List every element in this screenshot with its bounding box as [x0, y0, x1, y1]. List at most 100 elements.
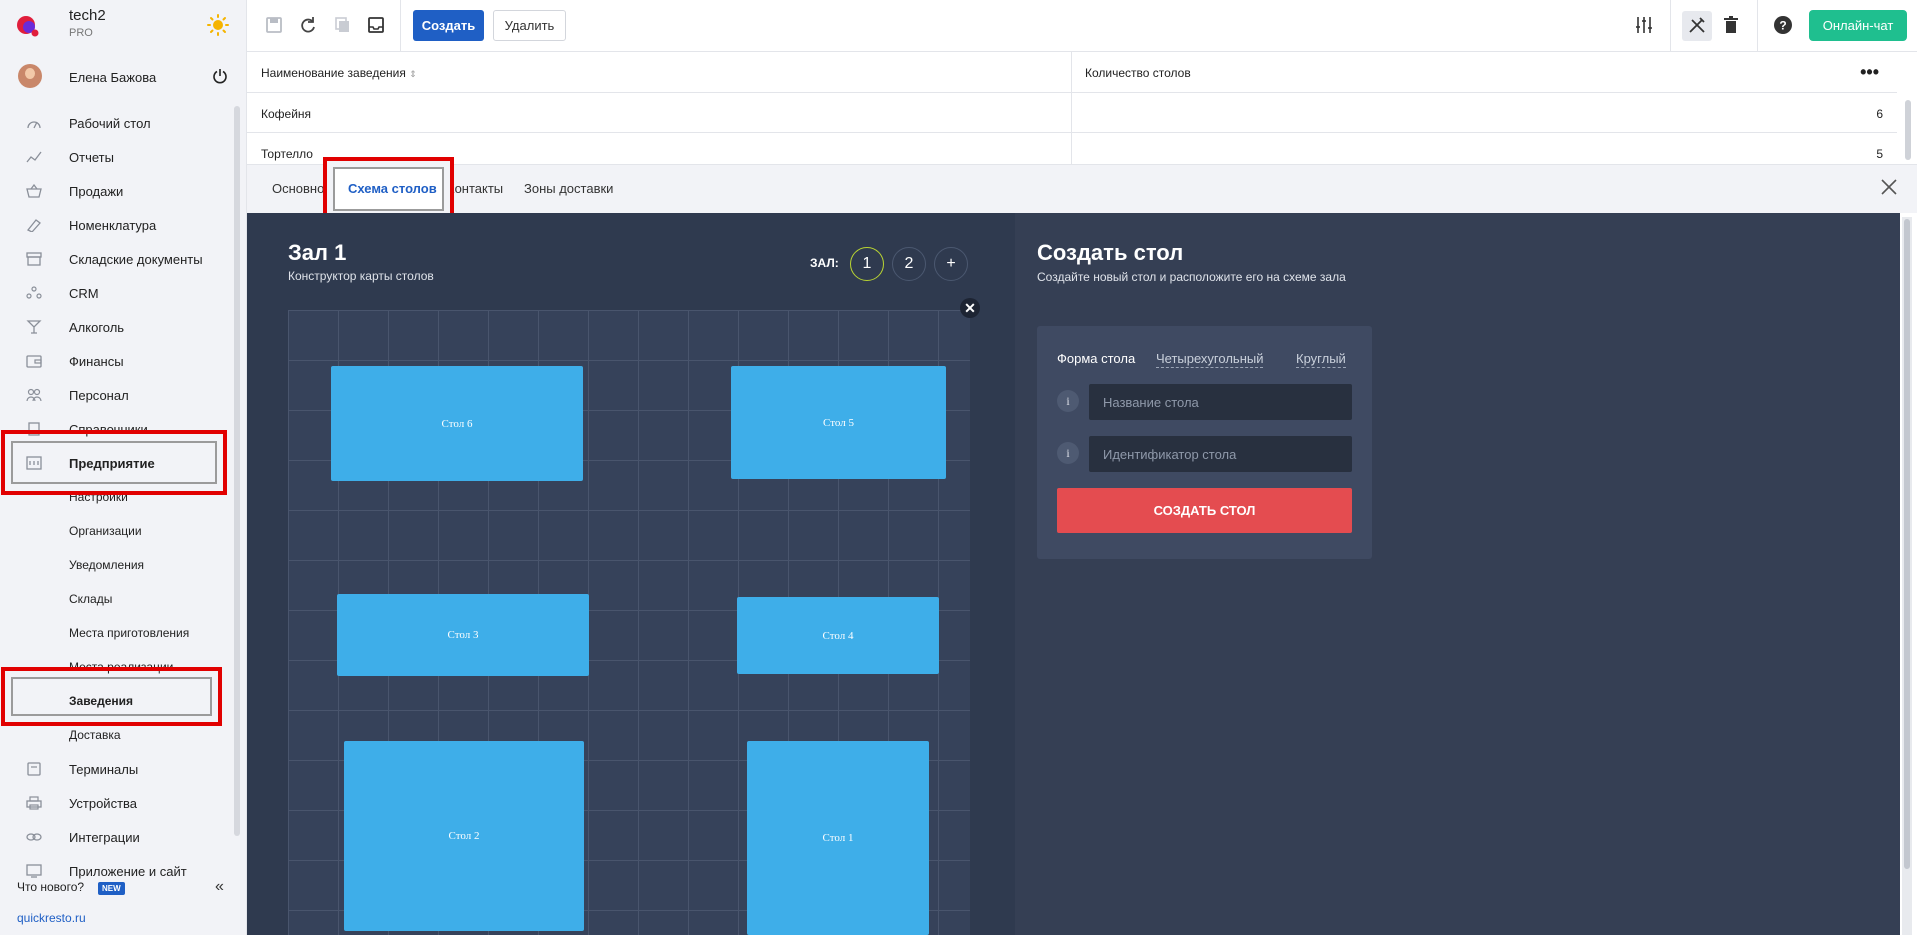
hall-1-button[interactable]: 1	[850, 247, 884, 281]
box-icon	[26, 252, 42, 266]
column-header-name[interactable]: Наименование заведения ⇕	[261, 66, 417, 80]
sidebar-item-devices[interactable]: Устройства	[0, 786, 236, 820]
wallet-icon	[26, 355, 42, 368]
establishments-table: Наименование заведения ⇕ Количество стол…	[247, 52, 1897, 173]
submenu-notifications[interactable]: Уведомления	[0, 548, 236, 582]
tab-delivery-zones[interactable]: Зоны доставки	[524, 181, 613, 196]
sidebar-item-alcohol[interactable]: Алкоголь	[0, 310, 236, 344]
table-id-input[interactable]	[1089, 436, 1352, 472]
delete-button[interactable]: Удалить	[493, 10, 566, 41]
sidebar-item-crm[interactable]: CRM	[0, 276, 236, 310]
hall-title: Зал 1	[288, 240, 347, 265]
panel-scrollbar[interactable]	[1902, 217, 1912, 935]
trash-icon[interactable]	[1721, 15, 1741, 35]
table-scrollbar[interactable]	[1905, 100, 1911, 160]
hall-subtitle: Конструктор карты столов	[288, 269, 434, 283]
add-hall-button[interactable]: +	[934, 247, 968, 281]
people-icon	[26, 286, 42, 299]
cell-count: 6	[1876, 107, 1883, 121]
shape-option-rectangular[interactable]: Четырехугольный	[1156, 351, 1264, 368]
whats-new-link[interactable]: Что нового?	[17, 880, 84, 894]
sidebar-item-label: Приложение и сайт	[69, 864, 187, 879]
submenu-label: Места приготовления	[69, 626, 190, 640]
submenu-cooking-places[interactable]: Места приготовления	[0, 616, 236, 650]
sidebar-item-staff[interactable]: Персонал	[0, 378, 236, 412]
more-options-icon[interactable]: •••	[1860, 62, 1879, 83]
close-icon[interactable]	[1880, 178, 1898, 196]
online-chat-button[interactable]: Онлайн-чат	[1809, 10, 1907, 41]
table-item[interactable]: Стол 1	[747, 741, 929, 935]
site-link[interactable]: quickresto.ru	[17, 911, 86, 925]
tab-table-scheme[interactable]: Схема столов	[348, 181, 437, 196]
collapse-sidebar-icon[interactable]: «	[215, 878, 224, 896]
info-icon[interactable]: i	[1057, 390, 1079, 412]
create-button[interactable]: Создать	[413, 10, 484, 41]
submenu-organizations[interactable]: Организации	[0, 514, 236, 548]
sidebar-item-label: Финансы	[69, 354, 124, 369]
save-icon[interactable]	[264, 15, 284, 35]
sidebar-item-warehouse-docs[interactable]: Складские документы	[0, 242, 236, 276]
user-name: Елена Бажова	[69, 70, 157, 85]
tools-icon[interactable]	[1687, 15, 1707, 35]
hall-2-button[interactable]: 2	[892, 247, 926, 281]
highlight-inner-enterprise	[11, 441, 217, 484]
table-item[interactable]: Стол 4	[737, 597, 939, 674]
sidebar-item-sales[interactable]: Продажи	[0, 174, 236, 208]
panel-title: Создать стол	[1037, 240, 1184, 265]
hall-selector-label: ЗАЛ:	[810, 256, 839, 270]
inbox-icon[interactable]	[366, 15, 386, 35]
sidebar-item-label: CRM	[69, 286, 99, 301]
clear-grid-icon[interactable]: ✕	[960, 298, 980, 318]
toolbar-divider	[1757, 0, 1758, 52]
submenu-label: Уведомления	[69, 558, 145, 572]
theme-toggle-icon[interactable]	[207, 14, 229, 36]
sort-icon[interactable]: ⇕	[409, 69, 417, 79]
filter-sliders-icon[interactable]	[1634, 15, 1654, 35]
submenu-label: Доставка	[69, 728, 121, 742]
sidebar-item-finance[interactable]: Финансы	[0, 344, 236, 378]
sidebar-item-label: Алкоголь	[69, 320, 125, 335]
account-plan: PRO	[69, 27, 93, 39]
sidebar-item-reports[interactable]: Отчеты	[0, 140, 236, 174]
column-divider	[1071, 93, 1072, 132]
logout-icon[interactable]	[212, 68, 228, 84]
logo-icon	[17, 16, 39, 37]
svg-text:?: ?	[1779, 19, 1786, 33]
table-item[interactable]: Стол 3	[337, 594, 589, 676]
sidebar-item-integrations[interactable]: Интеграции	[0, 820, 236, 854]
info-icon[interactable]: i	[1057, 442, 1079, 464]
cell-count: 5	[1876, 147, 1883, 161]
table-row[interactable]: Кофейня 6	[247, 93, 1897, 133]
table-name-input[interactable]	[1089, 384, 1352, 420]
sidebar-scrollbar[interactable]	[234, 106, 240, 836]
tab-contacts[interactable]: Контакты	[447, 181, 503, 196]
sidebar-item-label: Складские документы	[69, 252, 203, 267]
create-table-button[interactable]: СОЗДАТЬ СТОЛ	[1057, 488, 1352, 533]
sidebar-item-label: Продажи	[69, 184, 124, 199]
sidebar-item-label: Рабочий стол	[69, 116, 151, 131]
sidebar-item-dashboard[interactable]: Рабочий стол	[0, 106, 236, 140]
sidebar-item-nomenclature[interactable]: Номенклатура	[0, 208, 236, 242]
shape-option-round[interactable]: Круглый	[1296, 351, 1346, 368]
refresh-icon[interactable]	[298, 15, 318, 35]
sidebar-item-terminals[interactable]: Терминалы	[0, 752, 236, 786]
dashboard-icon	[27, 121, 41, 129]
tag-icon	[26, 219, 41, 232]
table-item[interactable]: Стол 5	[731, 366, 946, 479]
copy-icon[interactable]	[333, 15, 353, 35]
glass-icon	[26, 320, 42, 334]
column-divider	[1071, 52, 1072, 92]
printer-icon	[26, 796, 42, 810]
submenu-warehouses[interactable]: Склады	[0, 582, 236, 616]
table-item[interactable]: Стол 2	[344, 741, 584, 931]
help-icon[interactable]: ?	[1773, 15, 1793, 35]
submenu-label: Организации	[69, 524, 142, 538]
highlight-inner-establishments	[11, 677, 212, 716]
table-item[interactable]: Стол 6	[331, 366, 583, 481]
avatar[interactable]	[18, 64, 42, 88]
sidebar-item-label: Интеграции	[69, 830, 140, 845]
sidebar-item-label: Устройства	[69, 796, 138, 811]
column-header-count[interactable]: Количество столов	[1085, 66, 1191, 80]
link-icon	[26, 833, 42, 841]
new-badge: NEW	[98, 882, 125, 895]
